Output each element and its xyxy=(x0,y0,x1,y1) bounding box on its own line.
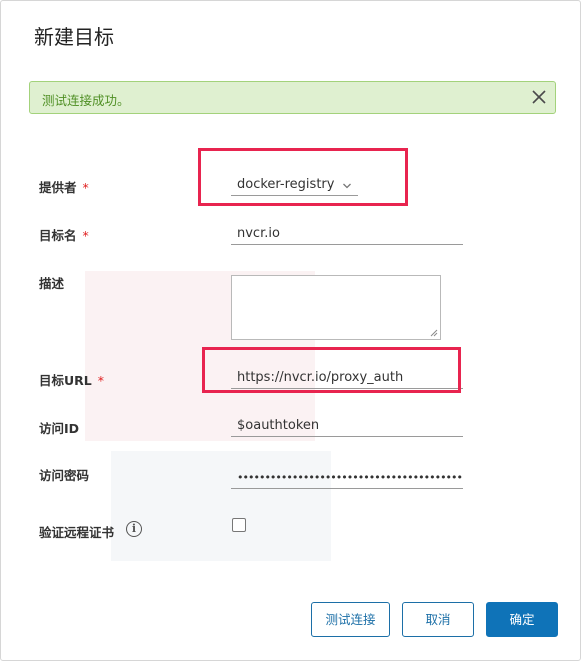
chevron-down-icon xyxy=(342,176,352,189)
required-mark: * xyxy=(82,228,89,243)
resize-grip-icon[interactable] xyxy=(430,329,438,337)
access-secret-input[interactable] xyxy=(231,467,463,489)
provider-select-value: docker-registry xyxy=(237,177,335,192)
alert-message: 测试连接成功。 xyxy=(42,93,130,108)
close-icon[interactable] xyxy=(529,87,549,107)
target-name-label-text: 目标名 xyxy=(39,228,77,243)
target-name-label: 目标名 * xyxy=(39,225,89,244)
ok-button[interactable]: 确定 xyxy=(486,602,558,637)
new-target-dialog: 新建目标 测试连接成功。 提供者 * docker-registry 目标名 * 描… xyxy=(0,0,581,661)
info-icon[interactable]: i xyxy=(126,521,142,537)
verify-cert-label: 验证远程证书 xyxy=(39,525,115,540)
provider-label: 提供者 * xyxy=(39,177,89,196)
target-url-label: 目标URL * xyxy=(39,370,104,389)
success-alert: 测试连接成功。 xyxy=(29,81,556,114)
target-url-input[interactable] xyxy=(231,367,463,389)
access-id-input[interactable] xyxy=(231,415,463,437)
verify-cert-checkbox[interactable] xyxy=(232,518,246,532)
target-name-input[interactable] xyxy=(231,223,463,245)
test-connection-button[interactable]: 测试连接 xyxy=(311,602,390,637)
description-label: 描述 xyxy=(39,276,65,291)
target-url-label-text: 目标URL xyxy=(39,373,92,388)
provider-label-text: 提供者 xyxy=(39,180,77,195)
required-mark: * xyxy=(82,180,89,195)
cancel-button[interactable]: 取消 xyxy=(402,602,474,637)
access-secret-label: 访问密码 xyxy=(39,468,90,483)
access-id-label: 访问ID xyxy=(39,421,80,436)
description-textarea[interactable] xyxy=(231,275,441,340)
required-mark: * xyxy=(97,373,104,388)
provider-select[interactable]: docker-registry xyxy=(231,174,358,196)
dialog-title: 新建目标 xyxy=(34,25,114,49)
